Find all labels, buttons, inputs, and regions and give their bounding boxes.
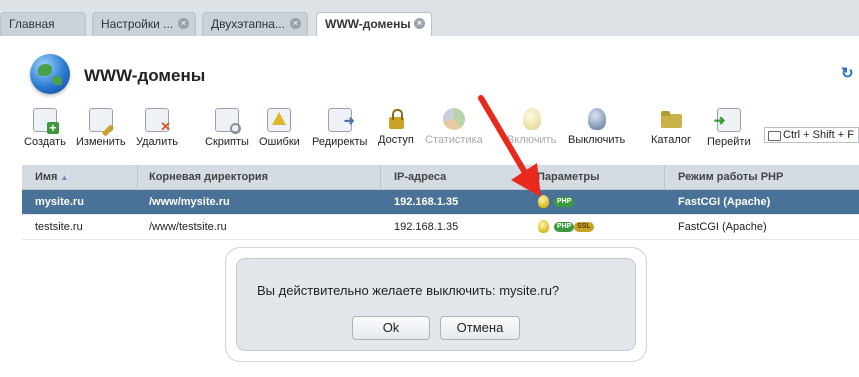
column-divider[interactable] (137, 165, 138, 189)
scripts-label: Скрипты (205, 136, 249, 148)
bulb-off-icon (587, 108, 606, 130)
dialog-message: Вы действительно желаете выключить: mysi… (257, 283, 560, 298)
tab-www-domains[interactable]: WWW-домены × (316, 12, 432, 37)
disable-label: Выключить (568, 134, 626, 146)
confirm-dialog: Вы действительно желаете выключить: mysi… (236, 258, 636, 351)
scripts-button[interactable]: Скрипты (205, 108, 249, 148)
globe-icon (30, 54, 70, 94)
access-button[interactable]: Доступ (378, 108, 414, 146)
php-badge: PHP (554, 222, 575, 232)
cell-root: /www/mysite.ru (149, 196, 230, 208)
cell-php-mode: FastCGI (Apache) (678, 196, 771, 208)
page-title: WWW-домены (84, 66, 206, 85)
column-divider[interactable] (523, 165, 524, 189)
go-icon: ➜ (714, 108, 741, 132)
domains-table: Имя ▲ Корневая директория IP-адреса Пара… (22, 165, 859, 240)
edit-icon (88, 108, 114, 137)
column-divider[interactable] (664, 165, 665, 189)
search-shortcut-field[interactable]: Ctrl + Shift + F (764, 127, 859, 143)
tab-two-factor[interactable]: Двухэтапна... × (202, 12, 308, 36)
errors-label: Ошибки (259, 136, 300, 148)
go-label: Перейти (707, 136, 751, 148)
cell-name: testsite.ru (35, 221, 83, 233)
cell-name: mysite.ru (35, 196, 84, 208)
chart-icon (442, 108, 465, 130)
column-header-root[interactable]: Корневая директория (149, 165, 268, 189)
errors-icon (267, 108, 292, 132)
table-row[interactable]: mysite.ru /www/mysite.ru 192.168.1.35 PH… (22, 190, 859, 215)
close-icon[interactable]: × (290, 18, 301, 29)
cell-ip: 192.168.1.35 (394, 221, 459, 233)
redirects-button[interactable]: ➜ Редиректы (312, 108, 367, 148)
create-label: Создать (24, 136, 66, 148)
keyboard-icon (768, 131, 781, 141)
ssl-badge: SSL (574, 222, 594, 232)
tab-label: WWW-домены (325, 17, 411, 31)
errors-button[interactable]: Ошибки (259, 108, 300, 148)
ok-button[interactable]: Ok (352, 316, 430, 340)
table-row[interactable]: testsite.ru /www/testsite.ru 192.168.1.3… (22, 215, 859, 240)
edit-button[interactable]: Изменить (76, 108, 126, 148)
go-button[interactable]: ➜ Перейти (707, 108, 751, 148)
column-header-params[interactable]: Параметры (537, 165, 599, 189)
cell-php-mode: FastCGI (Apache) (678, 221, 767, 233)
enable-label: Включить (507, 134, 557, 146)
catalog-button[interactable]: Каталог (651, 108, 691, 146)
toolbar: + Создать Изменить ✕ Удалить Скрипты Оши… (22, 108, 859, 156)
create-icon: + (32, 108, 59, 134)
scripts-icon (214, 108, 241, 134)
table-header: Имя ▲ Корневая директория IP-адреса Пара… (22, 165, 859, 190)
cell-ip: 192.168.1.35 (394, 196, 459, 208)
lock-icon (385, 108, 407, 130)
tab-settings[interactable]: Настройки ... × (92, 12, 196, 36)
statistics-label: Статистика (425, 134, 483, 146)
folder-icon (660, 108, 682, 130)
php-badge: PHP (554, 197, 575, 207)
column-header-ip[interactable]: IP-адреса (394, 165, 446, 189)
bulb-on-icon (522, 108, 541, 130)
tab-label: Двухэтапна... (211, 17, 285, 31)
cancel-button[interactable]: Отмена (440, 316, 520, 340)
close-icon[interactable]: × (414, 18, 425, 29)
access-label: Доступ (378, 134, 414, 146)
tab-label: Настройки ... (101, 17, 174, 31)
create-button[interactable]: + Создать (24, 108, 66, 148)
refresh-icon[interactable]: ↻ (841, 64, 857, 82)
tab-bar: Главная Настройки ... × Двухэтапна... × … (0, 0, 859, 37)
statistics-button[interactable]: Статистика (425, 108, 483, 146)
bulb-icon (538, 195, 549, 208)
catalog-label: Каталог (651, 134, 691, 146)
enable-button[interactable]: Включить (507, 108, 556, 146)
bulb-icon (538, 220, 549, 233)
edit-label: Изменить (76, 136, 126, 148)
column-header-name[interactable]: Имя ▲ (35, 165, 68, 190)
cell-root: /www/testsite.ru (149, 221, 227, 233)
column-header-php-mode[interactable]: Режим работы PHP (678, 165, 783, 189)
disable-button[interactable]: Выключить (568, 108, 625, 146)
shortcut-hint: Ctrl + Shift + F (783, 129, 854, 141)
delete-label: Удалить (136, 136, 178, 148)
sort-asc-icon: ▲ (60, 173, 69, 182)
close-icon[interactable]: × (178, 18, 189, 29)
redirects-icon: ➜ (327, 108, 355, 132)
redirects-label: Редиректы (312, 136, 368, 148)
delete-button[interactable]: ✕ Удалить (136, 108, 178, 148)
tab-home[interactable]: Главная (0, 12, 86, 36)
column-divider[interactable] (380, 165, 381, 189)
tab-label: Главная (9, 17, 55, 31)
delete-icon: ✕ (145, 108, 171, 134)
